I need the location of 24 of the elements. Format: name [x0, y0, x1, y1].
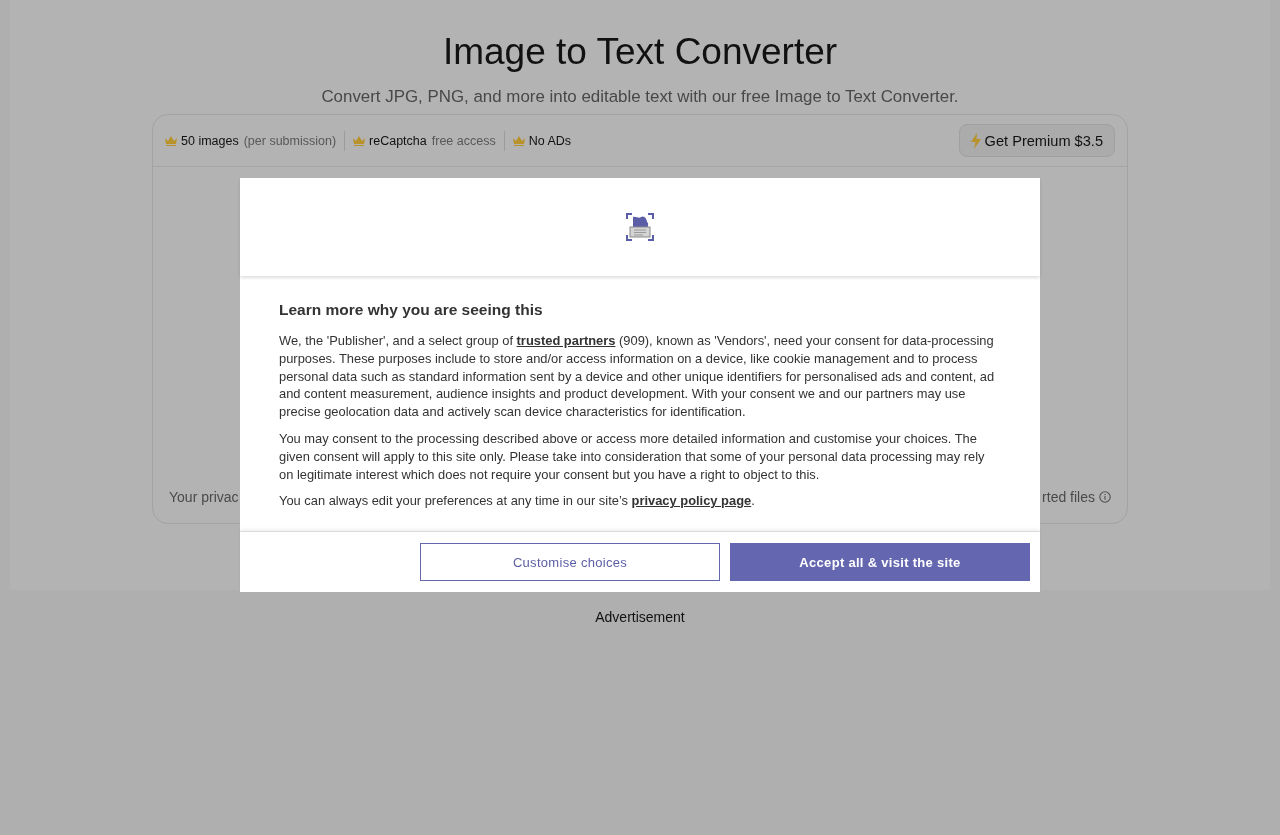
feature-note: free access	[431, 133, 496, 148]
advertisement-label: Advertisement	[595, 608, 685, 627]
crown-icon	[512, 135, 525, 146]
info-icon[interactable]	[1099, 491, 1111, 503]
feature-label: 50 images	[181, 133, 239, 148]
crown-icon	[353, 135, 366, 146]
page-subtitle: Convert JPG, PNG, and more into editable text with our free Image to Text Converter.	[321, 87, 959, 107]
files-note: rted files	[1042, 488, 1095, 507]
premium-button[interactable]: Get Premium $3.5	[958, 124, 1115, 157]
accept-button[interactable]: Accept all & visit the site	[730, 543, 1030, 581]
feature-label: reCaptcha	[369, 133, 427, 148]
consent-paragraph: You may consent to the processing described above or access more detailed information and customise your choices. The given consent will apply to this site only. Please take into consideration that some of your personal data processing may rely on legitimate interest which does not require your consent but you have a right to object to this.	[279, 430, 986, 484]
consent-paragraph: We, the 'Publisher', and a select group of trusted partners (909), known as 'Vendors', need your consent for data-processing purposes. These purposes include to store and/or access information on a device, like cookie management and to process personal data such as standard information sent by a device and other unique identifiers for personalised ads and content, ad and content measurement, audience insights and product development. With your consent we and our partners may use precise geolocation data and actively scan device characteristics for identification.	[279, 332, 996, 421]
text-link[interactable]: trusted partners	[516, 333, 616, 348]
page-title: Image to Text Converter	[442, 30, 838, 74]
lightning-icon	[970, 132, 981, 149]
privacy-note: Your privac	[169, 488, 239, 507]
dialog-heading: Learn more why you are seeing this	[279, 300, 544, 320]
feature-label: No ADs	[528, 133, 572, 148]
consent-paragraph: You can always edit your preferences at any time in our site’s privacy policy page.	[279, 492, 756, 511]
customise-button[interactable]: Customise choices	[420, 543, 720, 581]
image-scan-icon	[626, 213, 654, 241]
feature-note: (per submission)	[243, 133, 337, 148]
crown-icon	[165, 135, 177, 146]
